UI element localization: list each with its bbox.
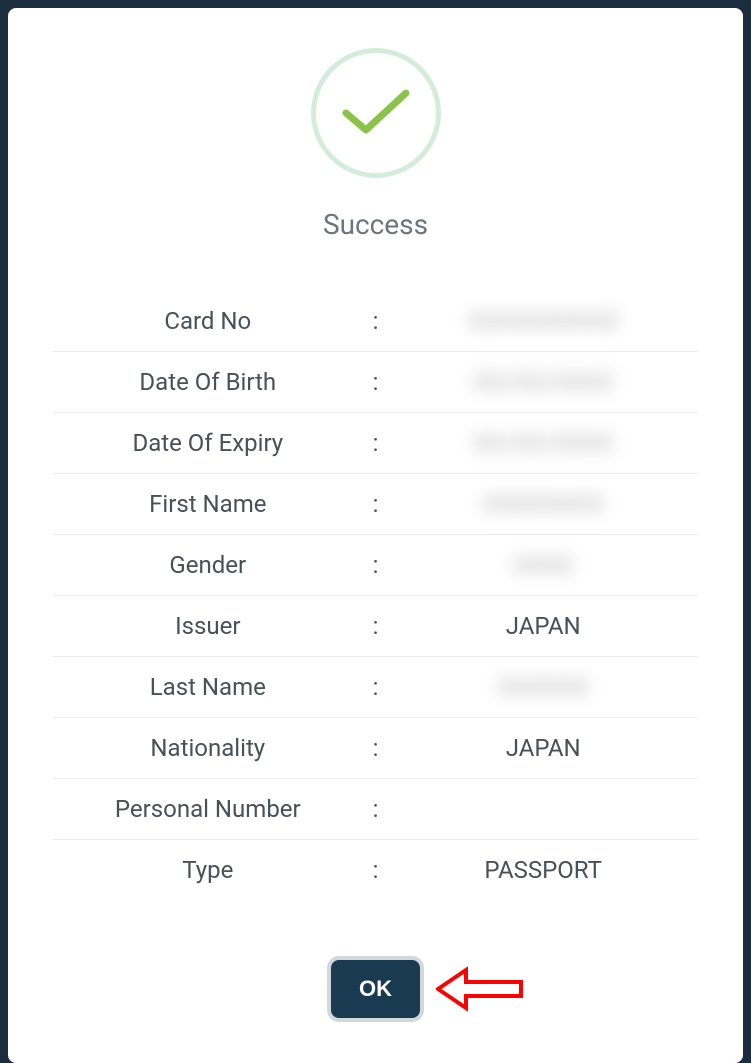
field-label: Date Of Birth — [53, 368, 363, 396]
field-colon: : — [363, 551, 389, 579]
field-colon: : — [363, 856, 389, 884]
field-value: XXXX — [388, 551, 698, 579]
field-value: XXXXXX — [388, 673, 698, 701]
table-row: Card No:XXXXXXXXXX — [53, 291, 698, 352]
table-row: Personal Number: — [53, 779, 698, 840]
field-colon: : — [363, 368, 389, 396]
field-colon: : — [363, 734, 389, 762]
field-label: Last Name — [53, 673, 363, 701]
field-value: XXXXXXXXXX — [388, 307, 698, 335]
icon-container — [53, 48, 698, 178]
checkmark-icon — [341, 88, 411, 138]
field-value: XX/XX/XXXX — [388, 429, 698, 457]
field-label: Card No — [53, 307, 363, 335]
field-label: Gender — [53, 551, 363, 579]
field-colon: : — [363, 429, 389, 457]
arrow-annotation-icon — [436, 964, 526, 1014]
field-label: Issuer — [53, 612, 363, 640]
field-label: Date Of Expiry — [53, 429, 363, 457]
button-container: OK — [53, 960, 698, 1018]
success-icon — [311, 48, 441, 178]
field-label: Personal Number — [53, 795, 363, 823]
field-value: PASSPORT — [388, 856, 698, 884]
modal-title: Success — [53, 208, 698, 241]
field-colon: : — [363, 612, 389, 640]
ok-button[interactable]: OK — [331, 960, 420, 1018]
field-label: First Name — [53, 490, 363, 518]
success-modal: Success Card No:XXXXXXXXXXDate Of Birth:… — [8, 8, 743, 1063]
table-row: Gender:XXXX — [53, 535, 698, 596]
field-value: JAPAN — [388, 612, 698, 640]
table-row: Date Of Expiry:XX/XX/XXXX — [53, 413, 698, 474]
field-colon: : — [363, 307, 389, 335]
table-row: Issuer:JAPAN — [53, 596, 698, 657]
field-value: JAPAN — [388, 734, 698, 762]
table-row: Date Of Birth:XX/XX/XXXX — [53, 352, 698, 413]
table-row: First Name:XXXXXXXX — [53, 474, 698, 535]
table-row: Type:PASSPORT — [53, 840, 698, 900]
table-row: Last Name:XXXXXX — [53, 657, 698, 718]
data-table: Card No:XXXXXXXXXXDate Of Birth:XX/XX/XX… — [53, 291, 698, 900]
field-value: XXXXXXXX — [388, 490, 698, 518]
field-label: Nationality — [53, 734, 363, 762]
field-label: Type — [53, 856, 363, 884]
field-colon: : — [363, 490, 389, 518]
field-colon: : — [363, 673, 389, 701]
field-colon: : — [363, 795, 389, 823]
field-value: XX/XX/XXXX — [388, 368, 698, 396]
table-row: Nationality:JAPAN — [53, 718, 698, 779]
